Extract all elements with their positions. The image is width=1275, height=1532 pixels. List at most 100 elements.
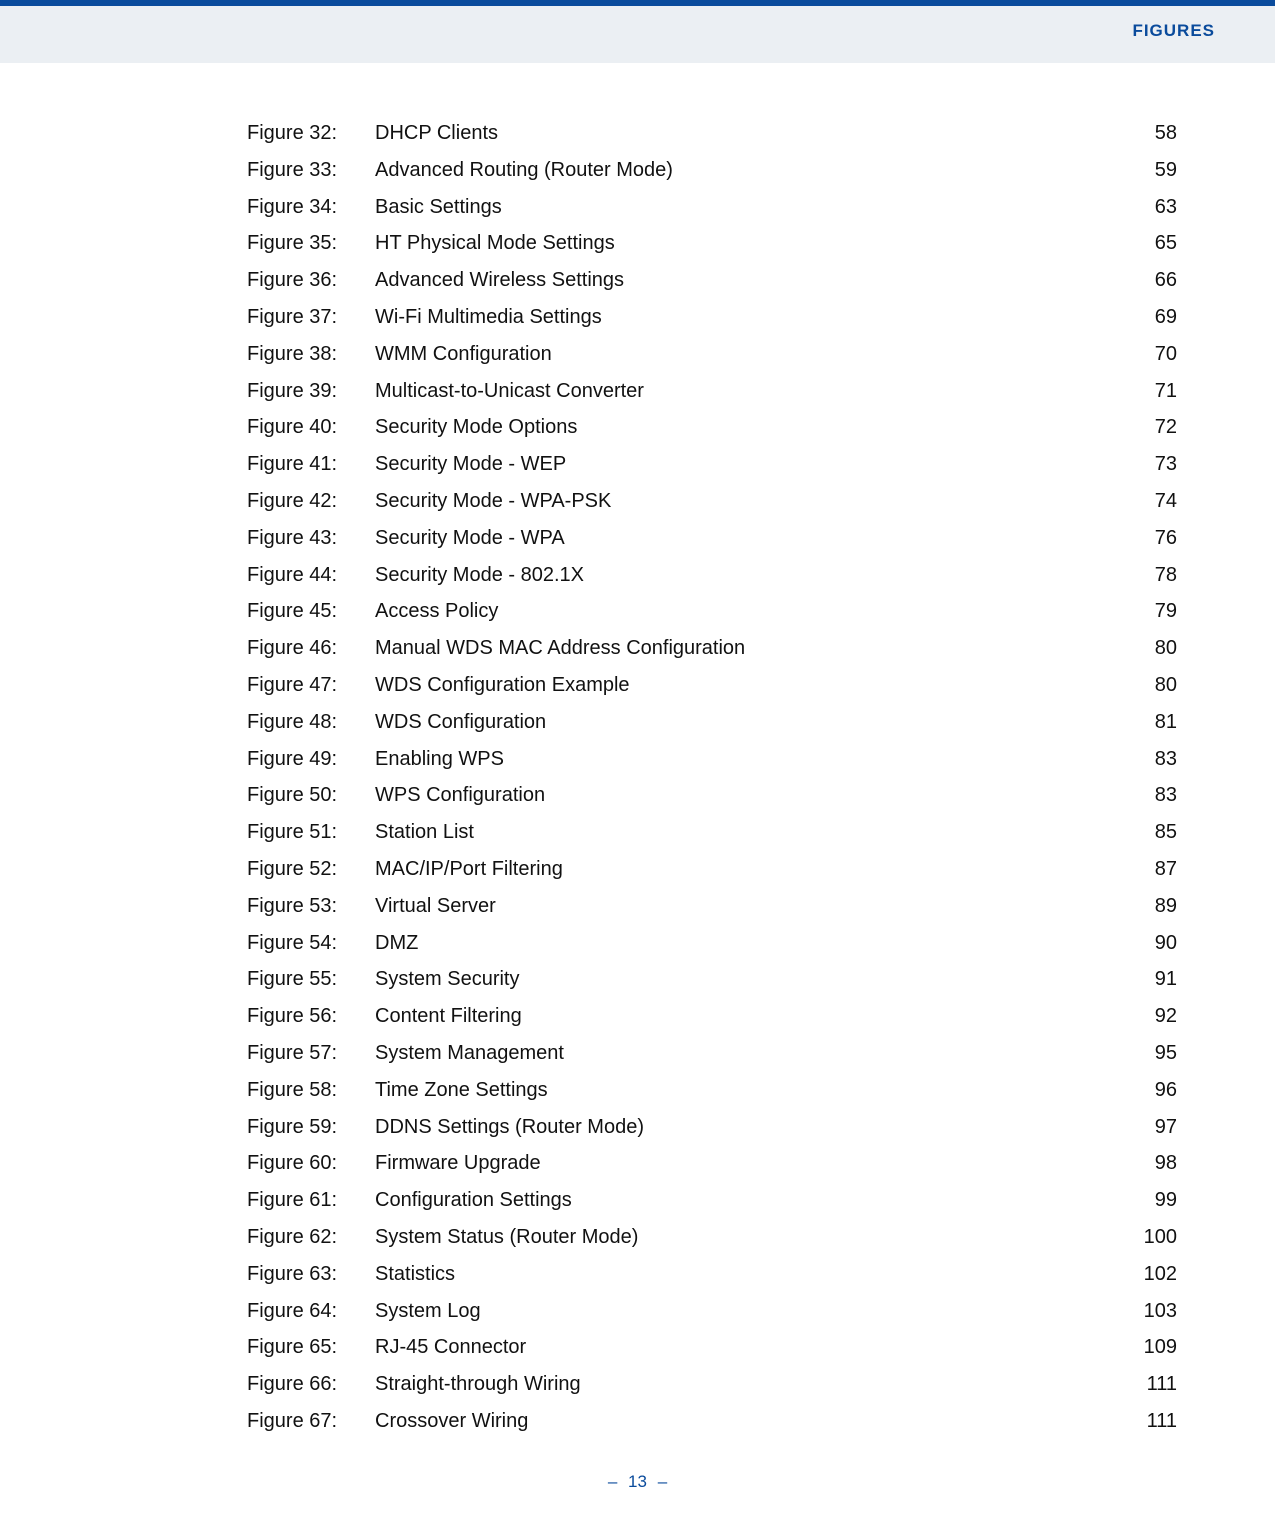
figure-entry[interactable]: Figure 60:Firmware Upgrade98	[247, 1153, 1177, 1173]
figure-page: 76	[1127, 528, 1177, 548]
figure-number: Figure 53:	[247, 896, 375, 916]
figure-title: HT Physical Mode Settings	[375, 233, 1127, 253]
figure-entry[interactable]: Figure 42:Security Mode - WPA-PSK74	[247, 491, 1177, 511]
figure-title: Straight-through Wiring	[375, 1374, 1127, 1394]
page-footer: – 13 –	[0, 1472, 1275, 1492]
figure-title: DHCP Clients	[375, 123, 1127, 143]
figure-title: Time Zone Settings	[375, 1080, 1127, 1100]
figure-number: Figure 48:	[247, 712, 375, 732]
figure-entry[interactable]: Figure 39:Multicast-to-Unicast Converter…	[247, 381, 1177, 401]
figure-title: Enabling WPS	[375, 749, 1127, 769]
figure-page: 59	[1127, 160, 1177, 180]
figure-entry[interactable]: Figure 50:WPS Configuration83	[247, 785, 1177, 805]
figure-number: Figure 40:	[247, 417, 375, 437]
figure-page: 109	[1127, 1337, 1177, 1357]
figure-number: Figure 47:	[247, 675, 375, 695]
footer-dash-left: –	[608, 1472, 617, 1491]
figure-entry[interactable]: Figure 49:Enabling WPS83	[247, 749, 1177, 769]
figure-entry[interactable]: Figure 66:Straight-through Wiring111	[247, 1374, 1177, 1394]
figure-title: Crossover Wiring	[375, 1411, 1127, 1431]
figure-entry[interactable]: Figure 51:Station List85	[247, 822, 1177, 842]
figure-page: 69	[1127, 307, 1177, 327]
figure-entry[interactable]: Figure 44:Security Mode - 802.1X78	[247, 565, 1177, 585]
figure-page: 71	[1127, 381, 1177, 401]
figure-entry[interactable]: Figure 36:Advanced Wireless Settings66	[247, 270, 1177, 290]
figure-entry[interactable]: Figure 47:WDS Configuration Example80	[247, 675, 1177, 695]
figure-entry[interactable]: Figure 43:Security Mode - WPA76	[247, 528, 1177, 548]
figure-page: 80	[1127, 675, 1177, 695]
section-header: FIGURES	[1132, 21, 1215, 40]
figure-entry[interactable]: Figure 53:Virtual Server89	[247, 896, 1177, 916]
figure-title: Configuration Settings	[375, 1190, 1127, 1210]
figure-number: Figure 42:	[247, 491, 375, 511]
figure-title: DDNS Settings (Router Mode)	[375, 1117, 1127, 1137]
figure-number: Figure 57:	[247, 1043, 375, 1063]
figure-title: RJ-45 Connector	[375, 1337, 1127, 1357]
figure-number: Figure 58:	[247, 1080, 375, 1100]
figure-number: Figure 64:	[247, 1301, 375, 1321]
figure-number: Figure 66:	[247, 1374, 375, 1394]
figure-number: Figure 61:	[247, 1190, 375, 1210]
figure-entry[interactable]: Figure 37:Wi-Fi Multimedia Settings69	[247, 307, 1177, 327]
figure-entry[interactable]: Figure 40:Security Mode Options72	[247, 417, 1177, 437]
figure-number: Figure 49:	[247, 749, 375, 769]
figure-page: 83	[1127, 749, 1177, 769]
figure-title: Access Policy	[375, 601, 1127, 621]
figure-page: 96	[1127, 1080, 1177, 1100]
footer-dash-right: –	[658, 1472, 667, 1491]
figure-page: 103	[1127, 1301, 1177, 1321]
figure-title: WDS Configuration	[375, 712, 1127, 732]
figure-entry[interactable]: Figure 46:Manual WDS MAC Address Configu…	[247, 638, 1177, 658]
figure-number: Figure 56:	[247, 1006, 375, 1026]
figure-title: Security Mode Options	[375, 417, 1127, 437]
figure-entry[interactable]: Figure 38:WMM Configuration70	[247, 344, 1177, 364]
figure-entry[interactable]: Figure 55:System Security91	[247, 969, 1177, 989]
figure-entry[interactable]: Figure 34:Basic Settings63	[247, 197, 1177, 217]
figure-entry[interactable]: Figure 58:Time Zone Settings96	[247, 1080, 1177, 1100]
figure-entry[interactable]: Figure 62:System Status (Router Mode)100	[247, 1227, 1177, 1247]
figure-number: Figure 36:	[247, 270, 375, 290]
figure-entry[interactable]: Figure 56:Content Filtering92	[247, 1006, 1177, 1026]
figure-number: Figure 38:	[247, 344, 375, 364]
figure-title: Multicast-to-Unicast Converter	[375, 381, 1127, 401]
figure-title: Security Mode - WPA-PSK	[375, 491, 1127, 511]
figure-entry[interactable]: Figure 32:DHCP Clients58	[247, 123, 1177, 143]
figure-entry[interactable]: Figure 61:Configuration Settings99	[247, 1190, 1177, 1210]
figure-title: Statistics	[375, 1264, 1127, 1284]
figure-number: Figure 60:	[247, 1153, 375, 1173]
figure-entry[interactable]: Figure 45:Access Policy79	[247, 601, 1177, 621]
figure-title: System Security	[375, 969, 1127, 989]
figure-entry[interactable]: Figure 59:DDNS Settings (Router Mode)97	[247, 1117, 1177, 1137]
figure-entry[interactable]: Figure 35:HT Physical Mode Settings65	[247, 233, 1177, 253]
figure-title: Station List	[375, 822, 1127, 842]
figure-list: Figure 32:DHCP Clients58 Figure 33:Advanc…	[247, 63, 1177, 1431]
figure-entry[interactable]: Figure 67:Crossover Wiring111	[247, 1411, 1177, 1431]
figure-entry[interactable]: Figure 33:Advanced Routing (Router Mode)…	[247, 160, 1177, 180]
figure-number: Figure 41:	[247, 454, 375, 474]
figure-entry[interactable]: Figure 65:RJ-45 Connector109	[247, 1337, 1177, 1357]
figure-page: 100	[1127, 1227, 1177, 1247]
figure-page: 111	[1127, 1374, 1177, 1394]
figure-page: 98	[1127, 1153, 1177, 1173]
figure-page: 70	[1127, 344, 1177, 364]
figure-number: Figure 44:	[247, 565, 375, 585]
figure-title: Wi-Fi Multimedia Settings	[375, 307, 1127, 327]
figure-entry[interactable]: Figure 64:System Log103	[247, 1301, 1177, 1321]
figure-entry[interactable]: Figure 57:System Management95	[247, 1043, 1177, 1063]
figure-entry[interactable]: Figure 54:DMZ90	[247, 933, 1177, 953]
figure-entry[interactable]: Figure 41:Security Mode - WEP73	[247, 454, 1177, 474]
figure-page: 65	[1127, 233, 1177, 253]
figure-title: WDS Configuration Example	[375, 675, 1127, 695]
figure-page: 72	[1127, 417, 1177, 437]
figure-entry[interactable]: Figure 52:MAC/IP/Port Filtering87	[247, 859, 1177, 879]
figure-number: Figure 67:	[247, 1411, 375, 1431]
figure-number: Figure 63:	[247, 1264, 375, 1284]
figure-page: 63	[1127, 197, 1177, 217]
figure-title: System Log	[375, 1301, 1127, 1321]
figure-title: DMZ	[375, 933, 1127, 953]
figure-page: 85	[1127, 822, 1177, 842]
figure-page: 58	[1127, 123, 1177, 143]
figure-entry[interactable]: Figure 63:Statistics102	[247, 1264, 1177, 1284]
figure-entry[interactable]: Figure 48:WDS Configuration81	[247, 712, 1177, 732]
figure-number: Figure 62:	[247, 1227, 375, 1247]
